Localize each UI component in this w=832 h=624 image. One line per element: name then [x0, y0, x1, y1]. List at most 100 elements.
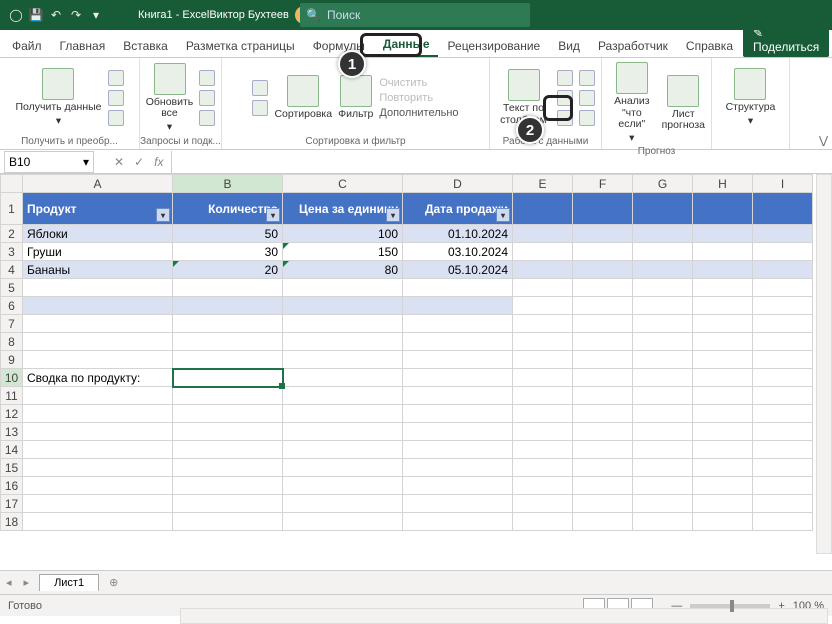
- row-11[interactable]: 11: [1, 387, 23, 405]
- row-10[interactable]: 10: [1, 369, 23, 387]
- header-date[interactable]: Дата продажи▾: [403, 193, 513, 225]
- fx-icon[interactable]: fx: [154, 155, 163, 169]
- zoom-slider[interactable]: [690, 604, 770, 608]
- cell[interactable]: 01.10.2024: [403, 225, 513, 243]
- cell-summary-label[interactable]: Сводка по продукту:: [23, 369, 173, 387]
- qat-dropdown[interactable]: ▾: [88, 7, 104, 23]
- properties-icon[interactable]: [199, 90, 215, 106]
- filter-button[interactable]: Фильтр: [338, 75, 373, 121]
- col-B[interactable]: B: [173, 175, 283, 193]
- col-C[interactable]: C: [283, 175, 403, 193]
- filter-dropdown-icon[interactable]: ▾: [386, 208, 400, 222]
- row-8[interactable]: 8: [1, 333, 23, 351]
- advanced-filter-button[interactable]: Дополнительно: [379, 107, 458, 119]
- cell[interactable]: 80: [283, 261, 403, 279]
- accept-icon[interactable]: ✓: [134, 155, 144, 169]
- cell[interactable]: 100: [283, 225, 403, 243]
- forecast-sheet-button[interactable]: Лист прогноза: [662, 75, 705, 132]
- cell[interactable]: Бананы: [23, 261, 173, 279]
- reapply-button[interactable]: Повторить: [379, 92, 433, 104]
- autosave-toggle[interactable]: ◯: [8, 7, 24, 23]
- sort-za-icon[interactable]: [252, 100, 268, 116]
- error-indicator-icon[interactable]: [173, 261, 179, 267]
- sheet-tab[interactable]: Лист1: [39, 574, 99, 591]
- row-14[interactable]: 14: [1, 441, 23, 459]
- row-6[interactable]: 6: [1, 297, 23, 315]
- col-A[interactable]: A: [23, 175, 173, 193]
- data-validation-icon[interactable]: [557, 110, 573, 126]
- share-button[interactable]: ✎ Поделиться: [743, 30, 829, 57]
- cell[interactable]: 30: [173, 243, 283, 261]
- row-5[interactable]: 5: [1, 279, 23, 297]
- col-H[interactable]: H: [693, 175, 753, 193]
- row-16[interactable]: 16: [1, 477, 23, 495]
- name-box[interactable]: B10▾: [4, 151, 94, 173]
- col-G[interactable]: G: [633, 175, 693, 193]
- get-data-button[interactable]: Получить данные▾: [15, 68, 101, 127]
- from-web-icon[interactable]: [108, 90, 124, 106]
- tab-file[interactable]: Файл: [4, 35, 50, 57]
- collapse-ribbon-icon[interactable]: ⋁: [819, 134, 828, 147]
- col-D[interactable]: D: [403, 175, 513, 193]
- cell[interactable]: 03.10.2024: [403, 243, 513, 261]
- tab-home[interactable]: Главная: [52, 35, 114, 57]
- redo-icon[interactable]: ↷: [68, 7, 84, 23]
- filter-dropdown-icon[interactable]: ▾: [156, 208, 170, 222]
- tab-review[interactable]: Рецензирование: [440, 35, 549, 57]
- col-E[interactable]: E: [513, 175, 573, 193]
- tab-nav-next[interactable]: ▸: [18, 576, 36, 589]
- row-3[interactable]: 3: [1, 243, 23, 261]
- row-7[interactable]: 7: [1, 315, 23, 333]
- row-13[interactable]: 13: [1, 423, 23, 441]
- sort-az-icon[interactable]: [252, 80, 268, 96]
- tab-insert[interactable]: Вставка: [115, 35, 176, 57]
- from-table-icon[interactable]: [108, 110, 124, 126]
- outline-button[interactable]: Структура▾: [726, 68, 776, 127]
- cancel-icon[interactable]: ✕: [114, 155, 124, 169]
- flash-fill-icon[interactable]: [557, 70, 573, 86]
- row-18[interactable]: 18: [1, 513, 23, 531]
- filter-dropdown-icon[interactable]: ▾: [266, 208, 280, 222]
- user-name[interactable]: Виктор Бухтеев: [209, 9, 288, 21]
- active-cell[interactable]: [173, 369, 283, 387]
- row-4[interactable]: 4: [1, 261, 23, 279]
- col-F[interactable]: F: [573, 175, 633, 193]
- tab-developer[interactable]: Разработчик: [590, 35, 676, 57]
- header-product[interactable]: Продукт▾: [23, 193, 173, 225]
- cell[interactable]: 150: [283, 243, 403, 261]
- col-I[interactable]: I: [753, 175, 813, 193]
- edit-links-icon[interactable]: [199, 110, 215, 126]
- tab-help[interactable]: Справка: [678, 35, 741, 57]
- new-sheet-button[interactable]: ⊕: [99, 576, 128, 589]
- row-2[interactable]: 2: [1, 225, 23, 243]
- row-9[interactable]: 9: [1, 351, 23, 369]
- cell[interactable]: 05.10.2024: [403, 261, 513, 279]
- what-if-button[interactable]: Анализ "что если"▾: [608, 62, 656, 144]
- queries-icon[interactable]: [199, 70, 215, 86]
- header-qty[interactable]: Количество▾: [173, 193, 283, 225]
- search-box[interactable]: 🔍 Поиск: [300, 3, 530, 27]
- cell[interactable]: Яблоки: [23, 225, 173, 243]
- filter-dropdown-icon[interactable]: ▾: [496, 208, 510, 222]
- tab-formulas[interactable]: Формулы: [305, 35, 373, 57]
- tab-nav-prev[interactable]: ◂: [0, 576, 18, 589]
- row-15[interactable]: 15: [1, 459, 23, 477]
- remove-dup-icon[interactable]: [557, 90, 573, 106]
- formula-input[interactable]: [171, 151, 832, 173]
- grid[interactable]: A B C D E F G H I 1 Продукт▾ Количество▾…: [0, 174, 813, 531]
- error-indicator-icon[interactable]: [283, 261, 289, 267]
- from-text-icon[interactable]: [108, 70, 124, 86]
- refresh-all-button[interactable]: Обновить все▾: [146, 63, 194, 134]
- error-indicator-icon[interactable]: [283, 243, 289, 249]
- row-1[interactable]: 1: [1, 193, 23, 225]
- cell[interactable]: 20: [173, 261, 283, 279]
- sort-button[interactable]: Сортировка: [274, 75, 332, 121]
- row-12[interactable]: 12: [1, 405, 23, 423]
- save-icon[interactable]: 💾: [28, 7, 44, 23]
- data-model-icon[interactable]: [579, 110, 595, 126]
- tab-view[interactable]: Вид: [550, 35, 588, 57]
- cell[interactable]: 50: [173, 225, 283, 243]
- cell[interactable]: Груши: [23, 243, 173, 261]
- consolidate-icon[interactable]: [579, 70, 595, 86]
- undo-icon[interactable]: ↶: [48, 7, 64, 23]
